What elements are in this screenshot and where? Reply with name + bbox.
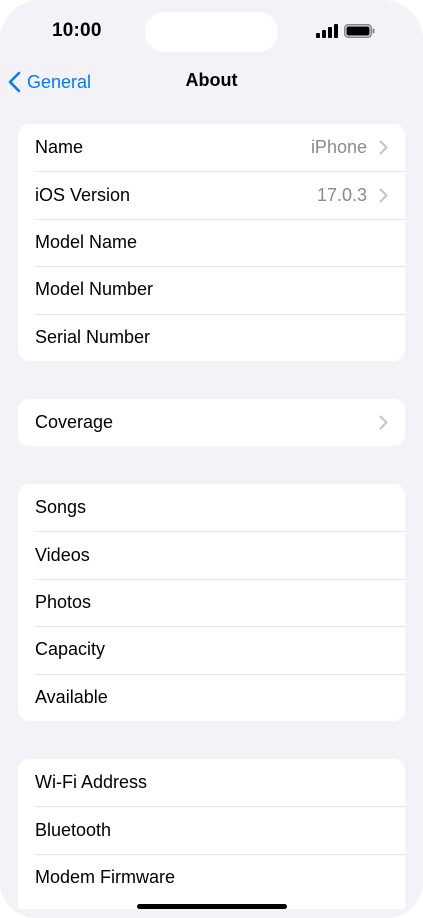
device-info-group: Name iPhone iOS Version 17.0.3 Model Nam… — [18, 124, 405, 361]
cellular-signal-icon — [316, 24, 338, 38]
model-name-row[interactable]: Model Name — [18, 218, 405, 266]
home-indicator[interactable] — [137, 904, 287, 909]
modem-firmware-row[interactable]: Modem Firmware — [18, 853, 405, 901]
wifi-address-row[interactable]: Wi-Fi Address — [18, 759, 405, 806]
battery-icon — [344, 24, 375, 38]
capacity-row[interactable]: Capacity — [18, 626, 405, 673]
row-label: Name — [35, 137, 84, 158]
row-label: Videos — [35, 544, 90, 565]
row-label: Serial Number — [35, 326, 151, 347]
status-time: 10:00 — [52, 20, 102, 41]
row-label: Photos — [35, 591, 92, 612]
name-row[interactable]: Name iPhone — [18, 124, 405, 171]
chevron-right-icon — [379, 140, 388, 155]
row-label: Bluetooth — [35, 819, 112, 840]
row-label: Modem Firmware — [35, 866, 176, 887]
row-label: Capacity — [35, 639, 106, 660]
row-label: Model Name — [35, 231, 138, 252]
songs-row[interactable]: Songs — [18, 484, 405, 531]
bluetooth-row[interactable]: Bluetooth — [18, 806, 405, 853]
row-label: Available — [35, 686, 108, 707]
network-group: Wi-Fi Address Bluetooth Modem Firmware — [18, 759, 405, 909]
photos-row[interactable]: Photos — [18, 578, 405, 626]
page-title: About — [185, 70, 238, 90]
media-storage-group: Songs Videos Photos Capacity Available — [18, 484, 405, 721]
ios-version-row[interactable]: iOS Version 17.0.3 — [18, 171, 405, 218]
row-value: 17.0.3 — [316, 184, 367, 205]
row-label: Wi-Fi Address — [35, 772, 148, 793]
model-number-row[interactable]: Model Number — [18, 266, 405, 313]
phone-screen: 10:00 General About Name iPhone iOS Vers… — [0, 0, 423, 918]
coverage-group: Coverage — [18, 399, 405, 447]
row-value: iPhone — [310, 137, 367, 158]
row-label: Coverage — [35, 412, 114, 433]
chevron-right-icon — [379, 415, 388, 430]
serial-number-row[interactable]: Serial Number — [18, 313, 405, 361]
dynamic-island — [145, 12, 278, 52]
row-label: Model Number — [35, 279, 154, 300]
videos-row[interactable]: Videos — [18, 531, 405, 578]
chevron-right-icon — [379, 188, 388, 203]
coverage-row[interactable]: Coverage — [18, 399, 405, 446]
available-row[interactable]: Available — [18, 673, 405, 721]
row-label: iOS Version — [35, 184, 131, 205]
row-label: Songs — [35, 497, 87, 518]
